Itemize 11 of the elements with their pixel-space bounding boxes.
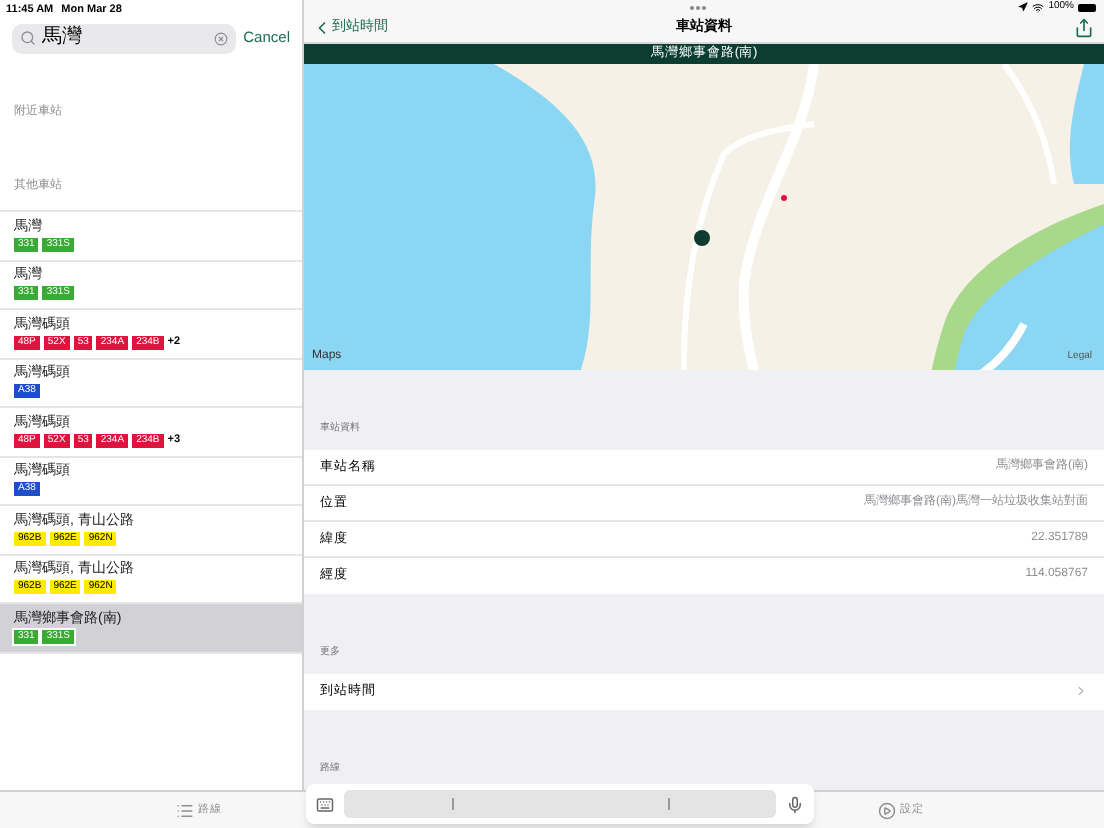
battery-icon [1078, 3, 1096, 12]
clear-icon[interactable] [213, 31, 228, 45]
share-icon[interactable] [1074, 18, 1094, 39]
wifi-icon [1032, 1, 1045, 14]
chevron-icon [1074, 684, 1088, 699]
keyboard-icon[interactable] [316, 795, 334, 813]
search-field[interactable]: 馬灣 [12, 23, 236, 53]
microphone-icon[interactable] [786, 795, 804, 813]
search-icon [20, 30, 36, 46]
list-icon [176, 801, 194, 819]
play-circle-icon [878, 801, 896, 819]
